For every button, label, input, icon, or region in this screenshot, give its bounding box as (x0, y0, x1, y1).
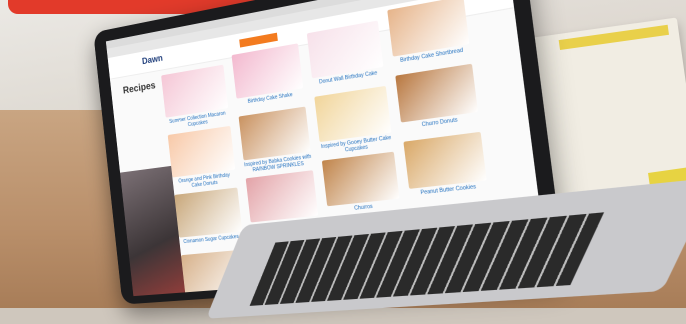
recipe-card[interactable]: Birthday Cake Shortbread (387, 0, 471, 74)
recipe-image[interactable] (168, 126, 236, 178)
recipe-image[interactable] (246, 170, 319, 222)
recipe-card[interactable]: Inspired by Babka Cookies with RAINBOW S… (239, 107, 313, 177)
recipe-image[interactable] (322, 152, 400, 207)
recipe-card[interactable]: Churro Donuts (395, 64, 480, 140)
page-title: Recipes (123, 80, 157, 96)
recipe-image[interactable] (232, 43, 304, 98)
recipe-card[interactable]: Summer Collection Macaron Cupcakes (161, 65, 230, 133)
recipe-card[interactable]: Cinnamon Sugar Cupcakes (174, 187, 244, 253)
recipe-card[interactable]: Birthday Cake Shake (232, 43, 306, 114)
recipe-image[interactable] (161, 65, 228, 118)
recipe-image[interactable] (239, 107, 311, 161)
recipe-image[interactable] (403, 132, 486, 189)
recipe-card[interactable]: Donut Wall Birthday Cake (307, 21, 386, 95)
recipe-image[interactable] (395, 64, 478, 123)
laptop: SafariFileEditViewHistoryBookmarksWindow… (93, 0, 604, 316)
recipe-image[interactable] (314, 86, 391, 142)
recipe-card[interactable]: Inspired by Gooey Butter Cake Cupcakes (314, 86, 393, 159)
recipe-image[interactable] (174, 187, 242, 237)
recipe-card[interactable]: Peanut Butter Cookies (403, 132, 489, 206)
recipe-card[interactable]: Orange and Pink Birthday Cake Donuts (168, 126, 237, 193)
